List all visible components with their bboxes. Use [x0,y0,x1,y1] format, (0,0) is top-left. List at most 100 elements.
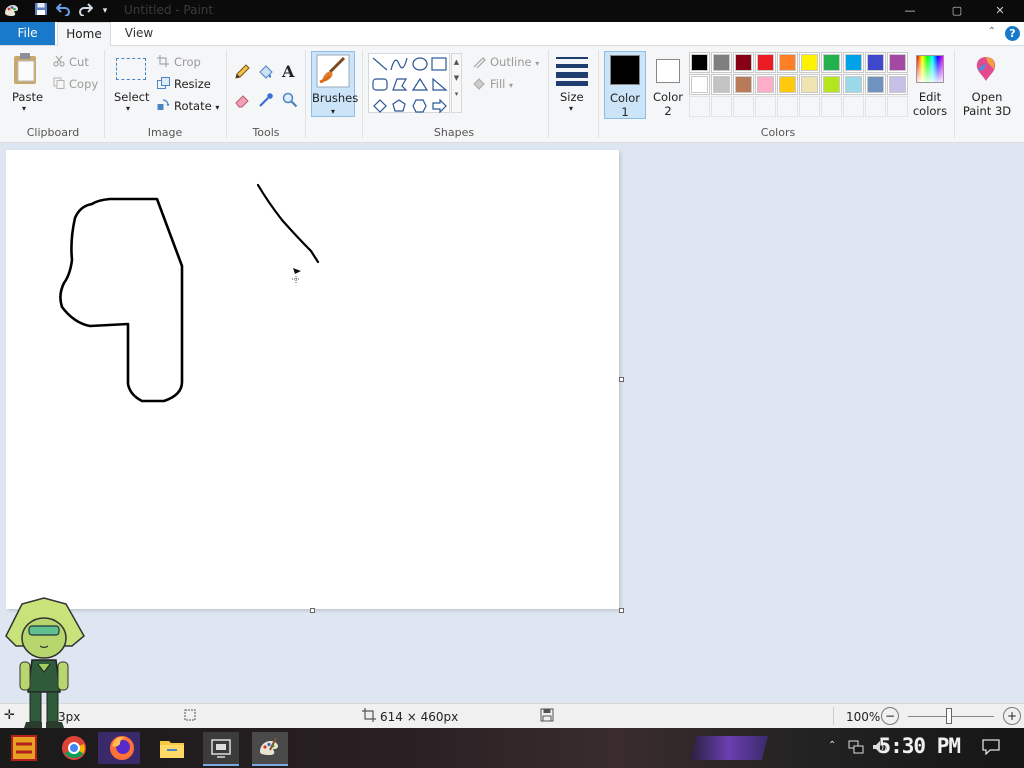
palette-empty-slot[interactable] [777,96,798,117]
palette-color-ffaec9[interactable] [755,74,776,95]
paint-app-icon[interactable] [2,2,20,20]
palette-swatch [691,76,708,93]
paste-icon[interactable] [10,52,42,86]
palette-color-a349a4[interactable] [887,52,908,73]
color2-button[interactable]: Color 2 [648,51,688,119]
taskbar-clock[interactable]: 5:30 PM [878,734,961,758]
customize-toolbar-chevron-icon[interactable]: ▾ [96,2,114,20]
fill-chevron-icon: ▾ [509,81,514,90]
pencil-icon[interactable] [234,64,250,80]
paste-button[interactable]: Paste [12,90,43,104]
fill-button[interactable]: Fill ▾ [490,77,513,91]
tab-file[interactable]: File [0,22,55,45]
select-chevron-icon[interactable]: ▾ [126,104,130,113]
palette-empty-slot[interactable] [821,96,842,117]
palette-empty-slot[interactable] [689,96,710,117]
collapse-ribbon-icon[interactable]: ⌃ [988,26,996,37]
palette-color-99d9ea[interactable] [843,74,864,95]
paint3d-line1: Open [971,90,1003,104]
palette-color-c8bfe7[interactable] [887,74,908,95]
palette-color-ffffff[interactable] [689,74,710,95]
palette-empty-slot[interactable] [799,96,820,117]
color1-button[interactable]: Color 1 [604,51,646,119]
zoom-level-text: 100% [846,710,881,724]
open-paint3d-button[interactable]: Open Paint 3D [960,51,1014,119]
canvas-resize-handle-bottom[interactable] [310,608,315,613]
palette-color-7f7f7f[interactable] [711,52,732,73]
palette-color-ff7f27[interactable] [777,52,798,73]
chrome-icon[interactable] [56,732,92,764]
palette-empty-slot[interactable] [887,96,908,117]
file-explorer-icon[interactable] [154,732,190,764]
palette-color-3f48cc[interactable] [865,52,886,73]
network-icon[interactable] [848,739,864,755]
zoom-in-button[interactable]: + [1003,707,1021,725]
palette-empty-slot[interactable] [733,96,754,117]
magnifier-icon[interactable] [282,92,298,108]
palette-empty-slot[interactable] [755,96,776,117]
eraser-icon[interactable] [234,92,250,108]
size-chevron-icon[interactable]: ▾ [569,104,573,113]
start-button[interactable] [6,732,42,764]
palette-empty-slot[interactable] [843,96,864,117]
palette-color-00a2e8[interactable] [843,52,864,73]
undo-icon[interactable] [54,2,72,20]
copy-button[interactable]: Copy [69,77,98,91]
palette-empty-slot[interactable] [865,96,886,117]
palette-color-ffc90e[interactable] [777,74,798,95]
edit-colors-button[interactable]: Edit colors [912,51,948,119]
notifications-icon[interactable] [982,739,1000,756]
zoom-slider-thumb[interactable] [946,708,952,724]
line-size-icon[interactable] [554,54,590,86]
scroll-up-icon[interactable]: ▲ [452,54,461,70]
tools-group-label: Tools [252,126,280,139]
palette-color-efe4b0[interactable] [799,74,820,95]
size-button[interactable]: Size [560,90,584,104]
close-button[interactable]: ✕ [978,0,1022,22]
palette-color-000000[interactable] [689,52,710,73]
firefox-icon[interactable] [104,732,140,764]
zoom-out-button[interactable]: − [881,707,899,725]
brushes-button[interactable]: Brushes ▾ [311,51,358,117]
tab-view[interactable]: View [116,22,162,45]
palette-color-b5e61d[interactable] [821,74,842,95]
select-icon[interactable] [116,58,146,80]
save-icon[interactable] [32,2,50,20]
palette-color-ed1c24[interactable] [755,52,776,73]
paint3d-icon [972,55,1000,83]
resize-button[interactable]: Resize [174,77,211,91]
canvas-resize-handle-corner[interactable] [619,608,624,613]
palette-color-22b14c[interactable] [821,52,842,73]
crop-button[interactable]: Crop [174,55,201,69]
color2-label-line1: Color [652,90,684,104]
paste-chevron-icon[interactable]: ▾ [22,104,26,113]
paint-taskbar-icon[interactable] [252,732,288,766]
tab-home[interactable]: Home [57,22,111,46]
palette-swatch [889,76,906,93]
help-button[interactable]: ? [1005,26,1020,41]
palette-color-880015[interactable] [733,52,754,73]
palette-color-7092be[interactable] [865,74,886,95]
rotate-button[interactable]: Rotate ▾ [174,99,219,113]
scroll-down-icon[interactable]: ▼ [452,70,461,86]
select-button[interactable]: Select [114,90,149,104]
palette-color-fff200[interactable] [799,52,820,73]
maximize-button[interactable]: ▢ [935,0,979,22]
drawing-canvas[interactable] [6,150,619,609]
show-hidden-icons-icon[interactable]: ⌃ [828,740,836,751]
cut-button[interactable]: Cut [69,55,89,69]
palette-color-b97a57[interactable] [733,74,754,95]
color1-swatch [610,55,640,85]
palette-color-c3c3c3[interactable] [711,74,732,95]
minimize-button[interactable]: — [888,0,932,22]
canvas-resize-handle-right[interactable] [619,377,624,382]
redo-icon[interactable] [76,2,94,20]
text-icon[interactable]: A [282,62,294,81]
task-view-icon[interactable] [203,732,239,766]
outline-button[interactable]: Outline ▾ [490,55,539,69]
gallery-expand-icon[interactable]: ▾ [452,86,461,102]
fill-bucket-icon[interactable] [257,64,274,80]
palette-empty-slot[interactable] [711,96,732,117]
shapes-scrollbar[interactable]: ▲ ▼ ▾ [451,53,462,113]
color-picker-icon[interactable] [258,92,274,108]
